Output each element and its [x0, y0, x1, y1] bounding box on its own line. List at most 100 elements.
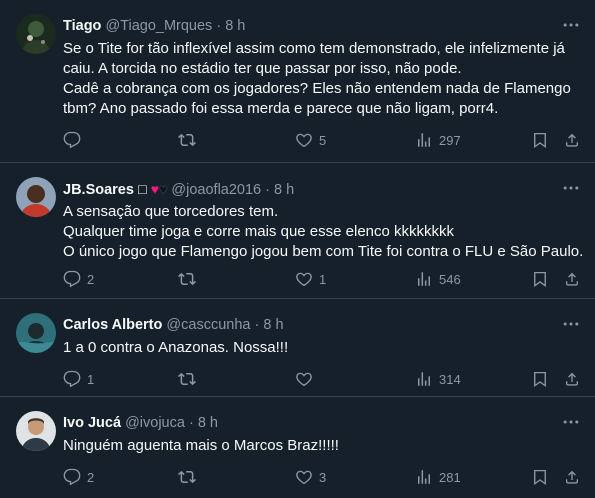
bookmark-button[interactable]	[531, 467, 549, 487]
share-icon	[563, 370, 581, 388]
tweet-header: Carlos Alberto @casccunha · 8 h	[63, 315, 284, 335]
bookmark-button[interactable]	[531, 269, 549, 289]
tweet-text: A sensação que torcedores tem. Qualquer …	[63, 202, 583, 262]
tweet-text-line: O único jogo que Flamengo jogou bem com …	[63, 243, 584, 260]
tweet-text: Ninguém aguenta mais o Marcos Braz!!!!!	[63, 436, 583, 456]
share-button[interactable]	[563, 269, 581, 289]
views-count: 297	[439, 132, 461, 148]
more-icon[interactable]	[561, 412, 581, 432]
views-icon	[415, 131, 433, 149]
retweet-icon	[178, 370, 196, 388]
like-icon	[295, 370, 313, 388]
separator-dot: ·	[254, 317, 260, 333]
retweet-icon	[178, 270, 196, 288]
like-count: 1	[319, 271, 327, 287]
tweet[interactable]: Carlos Alberto @casccunha · 8 h 1 a 0 co…	[0, 299, 595, 397]
reply-icon	[63, 370, 81, 388]
more-icon[interactable]	[561, 314, 581, 334]
views-icon	[415, 468, 433, 486]
separator-dot: ·	[216, 18, 222, 34]
like-button[interactable]: 1	[295, 269, 326, 289]
tweet-header: Ivo Jucá @ivojuca · 8 h	[63, 413, 218, 433]
like-button[interactable]: 3	[295, 467, 326, 487]
author-handle[interactable]: @Tiago_Mrques	[105, 18, 212, 34]
retweet-icon	[178, 468, 196, 486]
tweet-text-line: Qualquer time joga e corre mais que esse…	[63, 223, 455, 240]
tweet-text: Se o Tite for tão inflexível assim como …	[63, 39, 583, 119]
avatar[interactable]	[16, 14, 56, 54]
retweet-button[interactable]	[178, 467, 202, 487]
like-button[interactable]: 5	[295, 130, 326, 150]
like-count: 5	[319, 132, 327, 148]
share-icon	[563, 468, 581, 486]
reply-count: 1	[87, 371, 95, 387]
tweet-header: JB.Soares □ ♥♥ @joaofla2016 · 8 h	[63, 179, 294, 199]
timestamp[interactable]: 8 h	[198, 415, 218, 431]
author-name[interactable]: JB.Soares	[63, 182, 134, 198]
author-handle[interactable]: @ivojuca	[125, 415, 185, 431]
views-button[interactable]: 314	[415, 369, 461, 389]
retweet-button[interactable]	[178, 130, 202, 150]
share-icon	[563, 131, 581, 149]
timestamp[interactable]: 8 h	[225, 18, 245, 34]
tweet-text-line: caiu. A torcida no estádio ter que passa…	[63, 60, 462, 77]
more-icon[interactable]	[561, 15, 581, 35]
views-button[interactable]: 297	[415, 130, 461, 150]
views-count: 314	[439, 371, 461, 387]
reply-count: 2	[87, 469, 95, 485]
separator-dot: ·	[188, 415, 194, 431]
tweet-actions: 2 1 546	[55, 269, 585, 289]
separator-dot: ·	[265, 182, 271, 198]
more-icon[interactable]	[561, 178, 581, 198]
author-handle[interactable]: @casccunha	[166, 317, 250, 333]
name-emoji: □	[137, 182, 147, 198]
like-button[interactable]	[295, 369, 319, 389]
retweet-button[interactable]	[178, 269, 202, 289]
bookmark-icon	[531, 131, 549, 149]
like-icon	[295, 270, 313, 288]
author-name[interactable]: Carlos Alberto	[63, 317, 162, 333]
avatar[interactable]	[16, 177, 56, 217]
tweet-actions: 5 297	[55, 130, 585, 150]
share-button[interactable]	[563, 467, 581, 487]
tweet-actions: 2 3 281	[55, 467, 585, 487]
tweet-text-line: Se o Tite for tão inflexível assim como …	[63, 40, 565, 57]
reply-button[interactable]: 2	[63, 269, 94, 289]
author-handle[interactable]: @joaofla2016	[171, 182, 261, 198]
avatar[interactable]	[16, 411, 56, 451]
author-name[interactable]: Ivo Jucá	[63, 415, 121, 431]
like-icon	[295, 131, 313, 149]
author-name[interactable]: Tiago	[63, 18, 101, 34]
black-heart-icon: ♥	[159, 181, 168, 197]
bookmark-icon	[531, 468, 549, 486]
bookmark-button[interactable]	[531, 130, 549, 150]
retweet-button[interactable]	[178, 369, 202, 389]
tweet-text-line: A sensação que torcedores tem.	[63, 203, 279, 220]
tweet[interactable]: Ivo Jucá @ivojuca · 8 h Ninguém aguenta …	[0, 397, 595, 498]
reply-button[interactable]: 2	[63, 467, 94, 487]
views-button[interactable]: 281	[415, 467, 461, 487]
timestamp[interactable]: 8 h	[274, 182, 294, 198]
reply-icon	[63, 468, 81, 486]
reply-button[interactable]	[63, 130, 87, 150]
views-count: 281	[439, 469, 461, 485]
tweet-text-line: Cadê a cobrança com os jogadores? Eles n…	[63, 80, 571, 97]
retweet-icon	[178, 131, 196, 149]
reply-button[interactable]: 1	[63, 369, 94, 389]
share-button[interactable]	[563, 369, 581, 389]
tweet-text-line: tbm? Ano passado foi essa merda e parece…	[63, 100, 499, 117]
views-icon	[415, 370, 433, 388]
tweet-text-line: 1 a 0 contra o Anazonas. Nossa!!!	[63, 339, 289, 356]
reply-icon	[63, 131, 81, 149]
views-count: 546	[439, 271, 461, 287]
like-count: 3	[319, 469, 327, 485]
views-button[interactable]: 546	[415, 269, 461, 289]
tweet[interactable]: Tiago @Tiago_Mrques · 8 h Se o Tite for …	[0, 0, 595, 163]
bookmark-button[interactable]	[531, 369, 549, 389]
share-button[interactable]	[563, 130, 581, 150]
tweet-text-line: Ninguém aguenta mais o Marcos Braz!!!!!	[63, 437, 339, 454]
avatar[interactable]	[16, 313, 56, 353]
tweet[interactable]: JB.Soares □ ♥♥ @joaofla2016 · 8 h A sens…	[0, 163, 595, 299]
timestamp[interactable]: 8 h	[263, 317, 283, 333]
red-heart-icon: ♥	[150, 181, 160, 197]
